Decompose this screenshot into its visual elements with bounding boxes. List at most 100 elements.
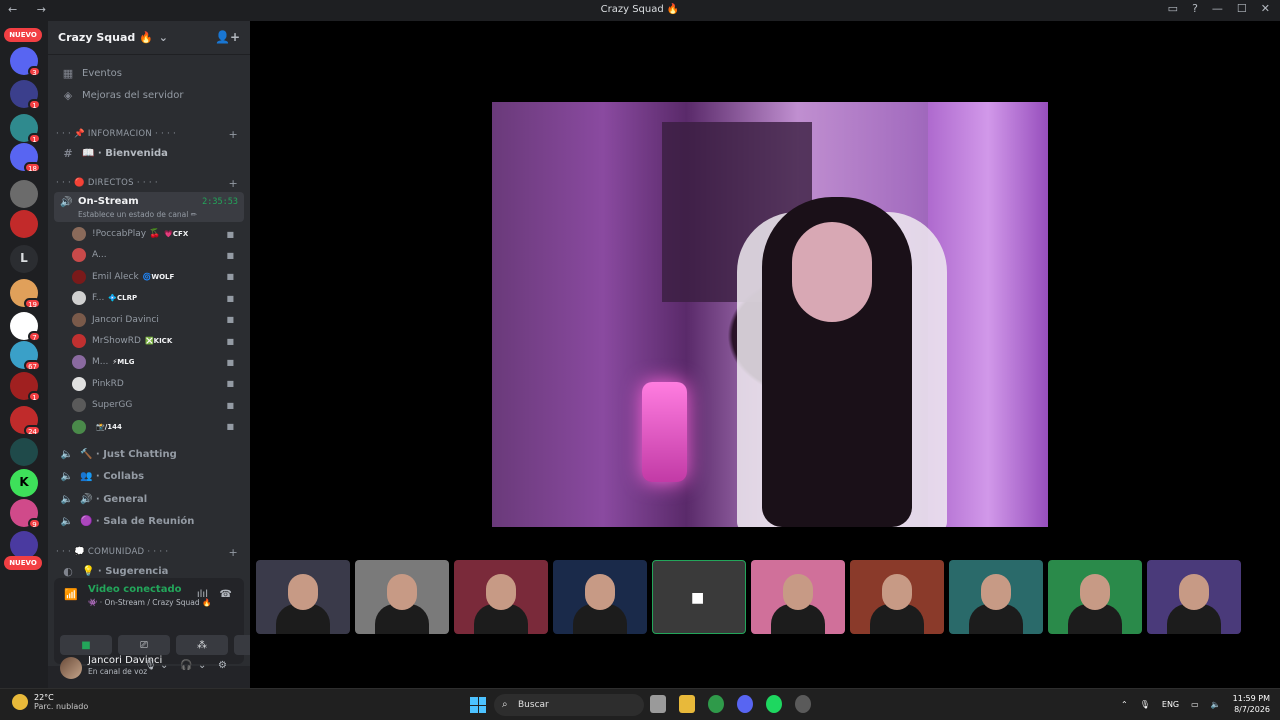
disconnect-icon[interactable]: ☎ bbox=[220, 589, 232, 600]
server-icon[interactable]: 7 bbox=[10, 312, 41, 342]
windows-start-icon[interactable] bbox=[470, 697, 486, 713]
server-icon[interactable]: 19 bbox=[10, 279, 41, 309]
settings-icon[interactable]: ⚙ bbox=[218, 660, 227, 671]
events-item[interactable]: ▦ Eventos bbox=[54, 63, 244, 83]
user-panel: Jancori Davinci En canal de voz 🎙 ⌄ 🎧 ⌄ … bbox=[48, 655, 250, 688]
voice-user[interactable]: Jancori Davinci ■ bbox=[72, 310, 238, 330]
participant-video-tile[interactable] bbox=[1147, 560, 1241, 634]
server-icon[interactable]: 1 bbox=[10, 80, 41, 110]
help-icon[interactable]: ? bbox=[1192, 2, 1198, 15]
volume-icon[interactable]: 🔈 bbox=[1211, 700, 1221, 709]
category-directos[interactable]: · · · 🔴 DIRECTOS · · · · + bbox=[56, 176, 244, 190]
close-button[interactable]: ✕ bbox=[1261, 2, 1270, 15]
add-channel-icon[interactable]: + bbox=[228, 128, 238, 141]
category-comunidad[interactable]: · · · 💭 COMUNIDAD · · · · + bbox=[56, 545, 244, 559]
server-icon[interactable] bbox=[10, 180, 38, 208]
weather-widget[interactable]: 22°C Parc. nublado bbox=[12, 693, 88, 711]
soundboard-button[interactable]: ✧ bbox=[234, 635, 250, 655]
voice-status[interactable]: Video conectado bbox=[88, 584, 181, 595]
channel-sidebar: Crazy Squad 🔥 ⌄ 👤+ ▦ Eventos ◈ Mejoras d… bbox=[48, 21, 250, 688]
minimize-button[interactable]: — bbox=[1212, 2, 1223, 15]
server-icon[interactable] bbox=[10, 210, 38, 238]
server-icon[interactable]: 1 bbox=[10, 372, 41, 402]
add-channel-icon[interactable]: + bbox=[228, 546, 238, 559]
discord-icon[interactable] bbox=[737, 695, 753, 713]
task-view-icon[interactable] bbox=[650, 695, 666, 713]
microphone-icon[interactable]: 🎙 bbox=[1140, 700, 1150, 709]
signal-icon[interactable]: 📶 bbox=[64, 588, 78, 601]
server-icon[interactable]: 67 bbox=[10, 341, 41, 371]
focused-video-stream[interactable] bbox=[492, 102, 1048, 527]
participant-head bbox=[387, 574, 417, 610]
taskbar-search[interactable]: ⌕ Buscar bbox=[494, 694, 644, 716]
voice-user-name: M... bbox=[92, 357, 109, 368]
maximize-button[interactable]: ☐ bbox=[1237, 2, 1247, 15]
voice-channel[interactable]: 🔈 🔨 · Just Chatting bbox=[54, 444, 244, 464]
avatar[interactable] bbox=[60, 657, 82, 679]
server-header[interactable]: Crazy Squad 🔥 ⌄ 👤+ bbox=[48, 21, 250, 55]
microphone-icon[interactable]: 🎙 bbox=[144, 660, 157, 671]
voice-user[interactable]: M... ⚡MLG ■ bbox=[72, 352, 238, 372]
clock[interactable]: 11:59 PM 8/7/2026 bbox=[1233, 693, 1270, 715]
boost-item[interactable]: ◈ Mejoras del servidor bbox=[54, 85, 244, 105]
user-status: En canal de voz bbox=[88, 667, 148, 676]
voice-user[interactable]: MrShowRD ❎KICK ■ bbox=[72, 331, 238, 351]
server-icon[interactable]: 18 bbox=[10, 143, 41, 173]
server-icon[interactable]: 3 bbox=[10, 47, 41, 77]
server-icon[interactable]: K bbox=[10, 469, 38, 497]
voice-user[interactable]: 📸/144 ■ bbox=[72, 417, 238, 437]
participant-head bbox=[1080, 574, 1110, 610]
headphones-icon[interactable]: 🎧 bbox=[180, 660, 192, 671]
participant-video-tile[interactable] bbox=[454, 560, 548, 634]
chevron-down-icon[interactable]: ⌄ bbox=[198, 660, 206, 671]
chevron-down-icon[interactable]: ⌄ bbox=[160, 660, 168, 671]
voice-user[interactable]: A... ■ bbox=[72, 245, 238, 265]
mention-badge: 1 bbox=[28, 133, 41, 144]
app-icon[interactable] bbox=[795, 695, 811, 713]
noise-suppression-icon[interactable]: ılıl bbox=[197, 589, 208, 600]
speaker-icon: 🔈 bbox=[60, 448, 74, 460]
camera-button[interactable]: ■ bbox=[60, 635, 112, 655]
network-icon[interactable]: ▭ bbox=[1191, 700, 1199, 709]
voice-channel-on-stream[interactable]: 🔊 On-Stream Establece un estado de canal… bbox=[54, 192, 244, 222]
voice-user[interactable]: PinkRD ■ bbox=[72, 374, 238, 394]
voice-channel[interactable]: 🔈 🔊 · General bbox=[54, 489, 244, 509]
server-icon[interactable] bbox=[10, 531, 38, 559]
participant-video-tile[interactable] bbox=[256, 560, 350, 634]
camera-icon: ■ bbox=[691, 590, 705, 606]
avatar bbox=[72, 227, 86, 241]
category-informacion[interactable]: · · · 📌 INFORMACION · · · · + bbox=[56, 127, 244, 141]
voice-channel[interactable]: 🔈 👥 · Collabs bbox=[54, 467, 244, 487]
participant-video-tile[interactable] bbox=[1048, 560, 1142, 634]
chrome-icon[interactable] bbox=[708, 695, 724, 713]
server-icon[interactable]: 1 bbox=[10, 114, 41, 144]
add-channel-icon[interactable]: + bbox=[228, 177, 238, 190]
voice-user[interactable]: F... 💠CLRP ■ bbox=[72, 288, 238, 308]
participant-video-tile[interactable] bbox=[850, 560, 944, 634]
voice-channel[interactable]: 🔈 🟣 · Sala de Reunión bbox=[54, 512, 244, 532]
participant-video-tile[interactable] bbox=[949, 560, 1043, 634]
participant-video-tile[interactable]: ■ bbox=[652, 560, 746, 634]
participant-video-tile[interactable] bbox=[553, 560, 647, 634]
server-icon[interactable]: L bbox=[10, 245, 38, 273]
inbox-icon[interactable]: ▭ bbox=[1168, 2, 1178, 15]
pink-lamp bbox=[642, 382, 687, 482]
camera-icon: ■ bbox=[226, 336, 234, 346]
server-icon[interactable]: 9 bbox=[10, 499, 41, 529]
spotify-icon[interactable] bbox=[766, 695, 782, 713]
server-icon[interactable] bbox=[10, 438, 38, 466]
voice-user[interactable]: SuperGG ■ bbox=[72, 395, 238, 415]
chevron-up-icon[interactable]: ⌃ bbox=[1121, 700, 1128, 709]
screen-share-button[interactable]: ⎚ bbox=[118, 635, 170, 655]
voice-user[interactable]: !PoccabPlay 🍒 💗CFX ■ bbox=[72, 224, 238, 244]
participant-video-tile[interactable] bbox=[355, 560, 449, 634]
language-indicator[interactable]: ENG bbox=[1162, 700, 1179, 709]
participant-video-tile[interactable] bbox=[751, 560, 845, 634]
voice-location[interactable]: 👾 · On-Stream / Crazy Squad 🔥 bbox=[88, 598, 211, 607]
channel-bienvenida[interactable]: # 📖 · Bienvenida bbox=[54, 143, 244, 163]
file-explorer-icon[interactable] bbox=[679, 695, 695, 713]
add-member-icon[interactable]: 👤+ bbox=[215, 30, 240, 44]
server-icon[interactable]: 24 bbox=[10, 406, 41, 436]
activities-button[interactable]: ⁂ bbox=[176, 635, 228, 655]
voice-user[interactable]: Emil Aleck 🌀WOLF ■ bbox=[72, 267, 238, 287]
